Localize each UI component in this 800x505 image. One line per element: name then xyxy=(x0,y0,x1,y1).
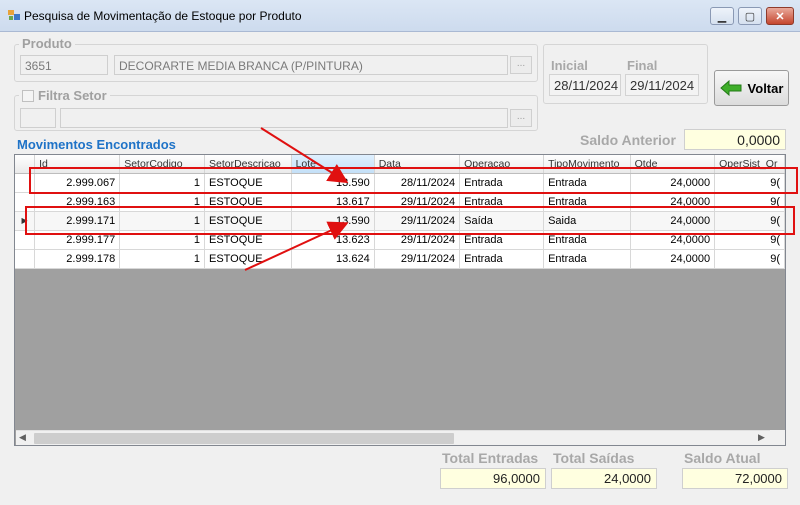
setor-code-field[interactable] xyxy=(20,108,56,128)
produto-lookup-button[interactable]: ... xyxy=(510,56,532,74)
minimize-button[interactable]: ▁ xyxy=(710,7,734,25)
movimentos-grid[interactable]: Id SetorCodigo SetorDescricao Lote Data … xyxy=(14,154,786,446)
setor-lookup-button[interactable]: ... xyxy=(510,109,532,127)
title-bar: Pesquisa de Movimentação de Estoque por … xyxy=(0,0,800,32)
highlight-box-saida xyxy=(25,206,795,235)
data-inicial-field[interactable]: 28/11/2024 xyxy=(549,74,621,96)
filtra-setor-label: Filtra Setor xyxy=(38,88,107,103)
produto-description-field[interactable]: DECORARTE MEDIA BRANCA (P/PINTURA) xyxy=(114,55,508,75)
cell-data[interactable]: 29/11/2024 xyxy=(374,249,461,269)
saldo-atual-label: Saldo Atual xyxy=(684,450,761,466)
close-button[interactable]: ✕ xyxy=(766,7,794,25)
highlight-box-entrada xyxy=(29,167,798,194)
cell-tipo-movimento[interactable]: Entrada xyxy=(543,249,631,269)
produto-code-field[interactable]: 3651 xyxy=(20,55,108,75)
cell-qtde[interactable]: 24,0000 xyxy=(630,249,716,269)
final-label: Final xyxy=(627,58,658,73)
saldo-anterior-value: 0,0000 xyxy=(684,129,786,150)
saldo-atual-value: 72,0000 xyxy=(682,468,788,489)
horizontal-scrollbar[interactable]: ◀ ▶ xyxy=(16,430,770,445)
maximize-icon: ▢ xyxy=(744,10,756,23)
minimize-icon: ▁ xyxy=(717,10,727,23)
arrow-left-icon xyxy=(719,80,742,96)
cell-lote[interactable]: 13.624 xyxy=(291,249,375,269)
table-row[interactable]: 2.999.178 1 ESTOQUE 13.624 29/11/2024 En… xyxy=(15,249,785,269)
scrollbar-corner xyxy=(770,430,785,445)
cell-operacao[interactable]: Entrada xyxy=(459,249,545,269)
total-saidas-value: 24,0000 xyxy=(551,468,657,489)
row-header[interactable] xyxy=(15,249,36,269)
scrollbar-thumb[interactable] xyxy=(34,433,454,444)
maximize-button[interactable]: ▢ xyxy=(738,7,762,25)
section-title: Movimentos Encontrados xyxy=(17,137,176,152)
scroll-left-icon[interactable]: ◀ xyxy=(19,432,26,443)
cell-id[interactable]: 2.999.178 xyxy=(34,249,121,269)
voltar-button[interactable]: Voltar xyxy=(714,70,789,106)
close-icon: ✕ xyxy=(775,10,785,23)
produto-label: Produto xyxy=(19,36,75,51)
voltar-label: Voltar xyxy=(747,80,784,96)
cell-setor-descricao[interactable]: ESTOQUE xyxy=(204,249,292,269)
setor-description-field[interactable] xyxy=(60,108,508,128)
scroll-right-icon[interactable]: ▶ xyxy=(758,432,765,443)
total-entradas-value: 96,0000 xyxy=(440,468,546,489)
filtra-setor-checkbox[interactable] xyxy=(22,89,34,102)
cell-setor-codigo[interactable]: 1 xyxy=(119,249,205,269)
window-title: Pesquisa de Movimentação de Estoque por … xyxy=(24,9,302,23)
data-final-field[interactable]: 29/11/2024 xyxy=(625,74,699,96)
filtra-setor-toggle[interactable]: Filtra Setor xyxy=(19,88,110,103)
cell-oper-sist[interactable]: 9( xyxy=(714,249,785,269)
app-icon xyxy=(8,10,20,20)
total-entradas-label: Total Entradas xyxy=(442,450,539,466)
total-saidas-label: Total Saídas xyxy=(553,450,635,466)
saldo-anterior-label: Saldo Anterior xyxy=(580,132,676,148)
inicial-label: Inicial xyxy=(551,58,588,73)
